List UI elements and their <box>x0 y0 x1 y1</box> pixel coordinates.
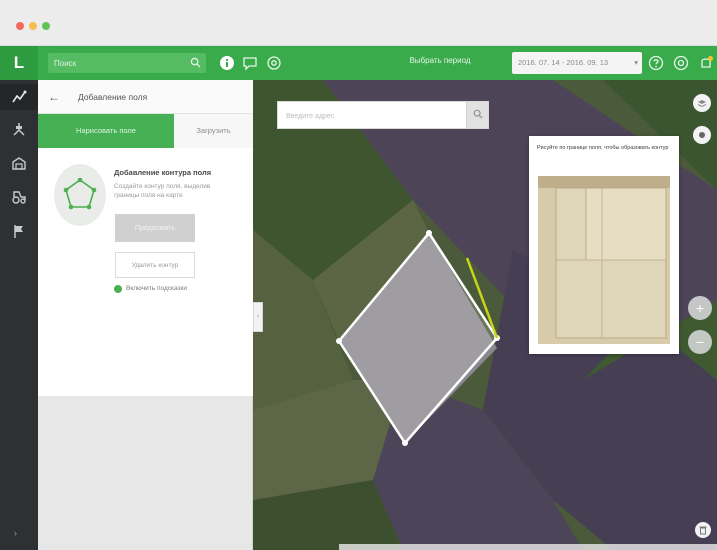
back-arrow-icon[interactable]: ← <box>48 90 60 104</box>
maximize-window-button[interactable] <box>42 22 50 30</box>
panel-header: ← Добавление поля <box>38 80 253 114</box>
gear-icon[interactable] <box>673 55 689 71</box>
hint-text: Рисуйте по границе поля, чтобы образоват… <box>537 145 669 151</box>
chat-icon[interactable] <box>242 55 258 71</box>
rail-item-fields[interactable] <box>0 84 38 110</box>
continue-button[interactable]: Продолжить <box>115 214 195 242</box>
window-titlebar <box>0 0 717 46</box>
polygon-illustration <box>54 164 106 226</box>
notifications-icon[interactable] <box>698 55 714 71</box>
rail-item-satellite[interactable] <box>0 116 38 142</box>
pentagon-icon <box>63 177 97 210</box>
search-icon[interactable] <box>190 57 201 68</box>
map-canvas[interactable]: ▾ Рисуйте по границе поля, чтобы образов… <box>253 80 717 550</box>
close-window-button[interactable] <box>16 22 24 30</box>
contour-card: Добавление контура поля Создайте контур … <box>38 148 253 396</box>
trash-icon <box>695 522 711 538</box>
compass-icon <box>694 127 710 143</box>
machinery-icon <box>12 191 26 204</box>
zoom-out-button[interactable]: − <box>688 330 712 354</box>
date-range-picker[interactable]: 2016. 07. 14 - 2016. 09. 13 ▾ <box>512 52 642 74</box>
hint-preview-card: Рисуйте по границе поля, чтобы образоват… <box>529 136 679 354</box>
chevron-down-icon: ▾ <box>634 58 638 67</box>
app-header: L Выбрать период 2016. 07. 14 - 2016. 09… <box>0 46 717 80</box>
address-search-input[interactable] <box>286 108 446 124</box>
compass-button[interactable] <box>693 126 711 144</box>
delete-contour-button[interactable]: Удалить контур <box>115 252 195 278</box>
hints-label: Включить подсказки <box>126 285 187 292</box>
date-range-text: 2016. 07. 14 - 2016. 09. 13 <box>518 58 609 67</box>
rail-item-machinery[interactable] <box>0 184 38 210</box>
left-rail: › <box>0 80 38 550</box>
minimize-window-button[interactable] <box>29 22 37 30</box>
settings-icon[interactable] <box>266 55 282 71</box>
address-search-button[interactable] <box>466 102 488 128</box>
fields-icon <box>12 90 27 103</box>
panel-title: Добавление поля <box>78 92 148 102</box>
app-logo[interactable]: L <box>0 46 38 80</box>
info-icon[interactable] <box>219 55 235 71</box>
layers-icon <box>694 95 710 111</box>
help-icon[interactable] <box>648 55 664 71</box>
collapse-panel-handle[interactable]: ‹ <box>253 302 263 332</box>
tab-draw-field[interactable]: Нарисовать поле <box>38 114 174 148</box>
address-search: ▾ <box>277 101 489 129</box>
rail-item-flags[interactable] <box>0 218 38 244</box>
layers-button[interactable] <box>693 94 711 112</box>
header-search <box>48 53 206 73</box>
map-attribution-bar <box>339 544 717 550</box>
hint-preview-image <box>538 176 670 344</box>
header-search-input[interactable] <box>54 55 184 71</box>
hints-checkbox[interactable] <box>114 285 122 293</box>
zoom-in-button[interactable]: + <box>688 296 712 320</box>
card-description: Создайте контур поля, выделив границы по… <box>114 183 211 199</box>
delete-polygon-button[interactable] <box>695 522 711 538</box>
satellite-icon <box>13 123 25 136</box>
warehouse-icon <box>12 157 26 170</box>
panel-tabs: Нарисовать поле Загрузить <box>38 114 253 148</box>
app-window: L Выбрать период 2016. 07. 14 - 2016. 09… <box>0 0 717 550</box>
tab-upload[interactable]: Загрузить <box>174 114 253 148</box>
search-icon <box>473 109 483 119</box>
period-selector-label[interactable]: Выбрать период <box>385 56 495 65</box>
add-field-panel: ← Добавление поля Нарисовать поле Загруз… <box>38 80 253 550</box>
expand-rail-arrow[interactable]: › <box>14 528 17 538</box>
flag-icon <box>14 225 23 238</box>
card-title: Добавление контура поля <box>114 168 212 177</box>
rail-item-warehouse[interactable] <box>0 150 38 176</box>
